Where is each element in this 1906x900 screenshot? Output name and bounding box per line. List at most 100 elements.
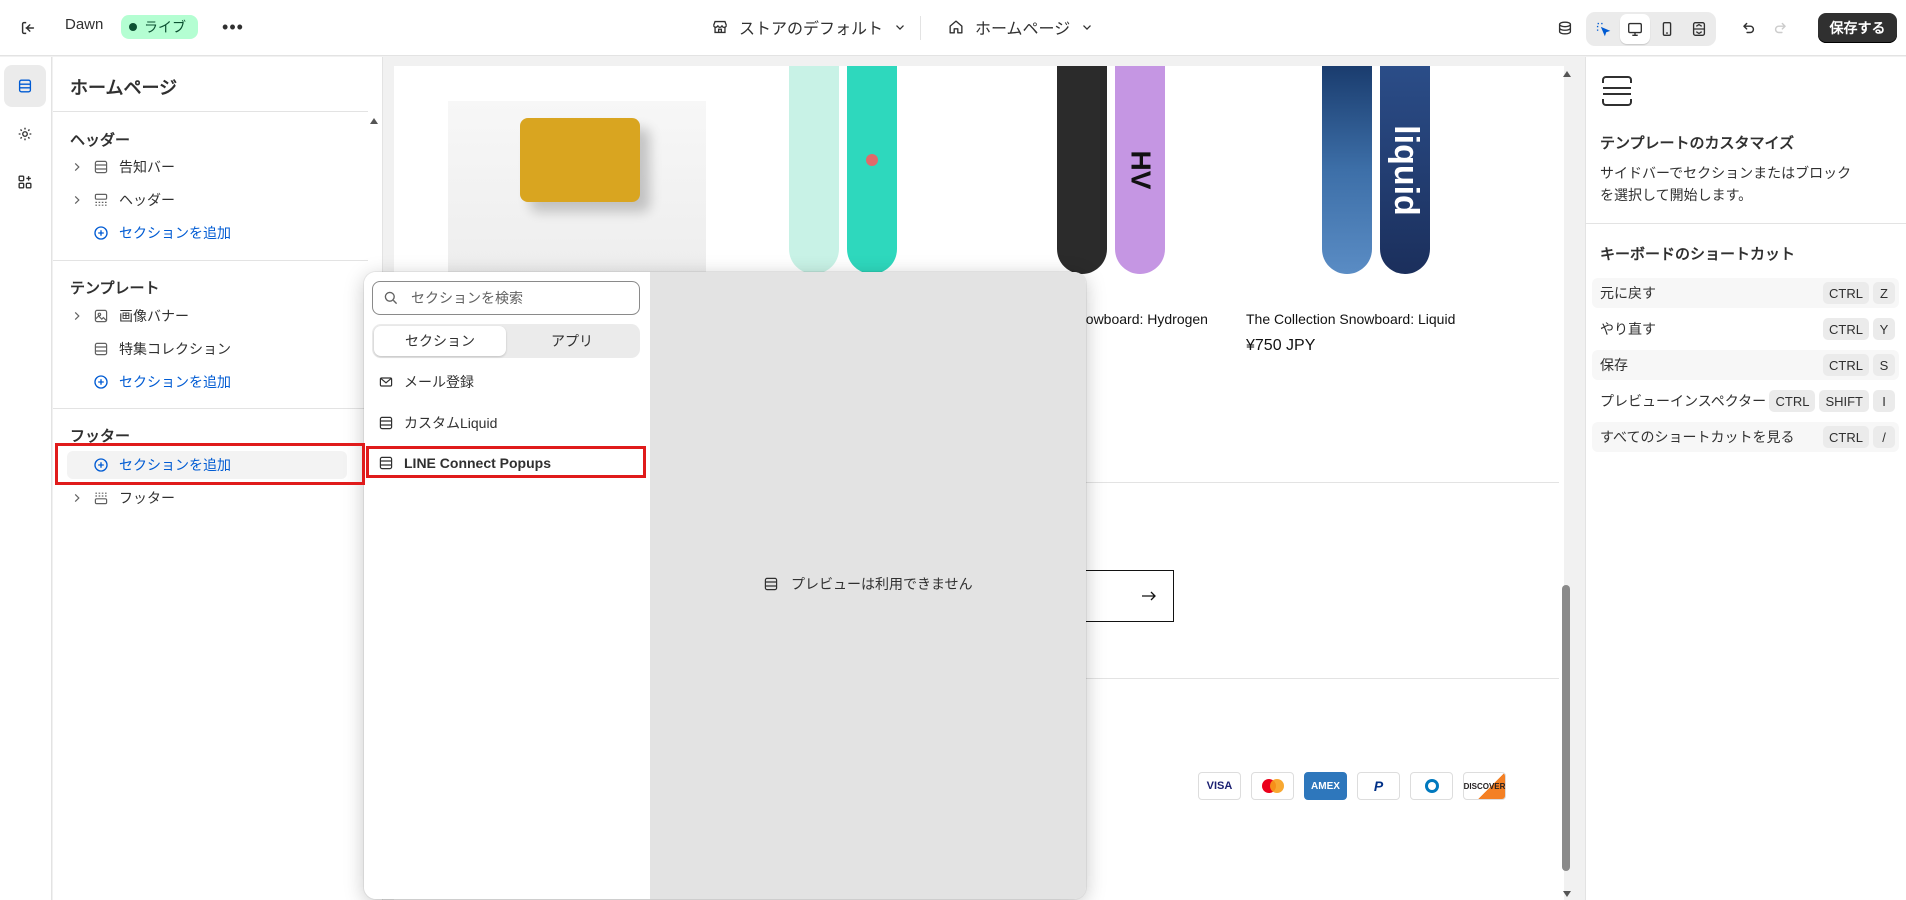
board-dot-icon: [866, 154, 878, 166]
add-section-button-template[interactable]: セクションを追加: [67, 368, 347, 396]
save-button[interactable]: 保存する: [1818, 13, 1897, 43]
page-select[interactable]: ホームページ: [947, 15, 1094, 39]
arrow-right-icon[interactable]: [1141, 590, 1157, 602]
fullwidth-view-icon[interactable]: [1684, 14, 1714, 44]
page-select-label: ホームページ: [975, 21, 1071, 38]
live-status-label: ライブ: [144, 19, 186, 35]
home-icon: [949, 20, 963, 34]
topbar-divider: [920, 16, 921, 40]
section-icon: [764, 577, 778, 591]
keyboard-shortcuts-title: キーボードのショートカット: [1600, 246, 1796, 263]
picker-item-custom-liquid[interactable]: カスタムLiquid: [370, 408, 644, 438]
divider: [53, 408, 368, 409]
redo-icon[interactable]: [1766, 13, 1796, 43]
app-embeds-icon[interactable]: [1550, 13, 1580, 43]
sidebar-item-label: フッター: [119, 490, 175, 506]
apps-icon[interactable]: [4, 161, 46, 203]
chevron-right-icon[interactable]: [67, 492, 87, 504]
exit-icon[interactable]: [14, 14, 42, 42]
view-mode-group: [1586, 12, 1716, 46]
shortcut-label: すべてのショートカットを見る: [1600, 429, 1795, 445]
sidebar-item-image-banner[interactable]: 画像バナー: [67, 302, 347, 330]
live-status-badge: ライブ: [121, 15, 198, 39]
board-graphic-text: HV: [1125, 150, 1156, 190]
chevron-right-icon[interactable]: [67, 194, 87, 206]
key-badge: Z: [1873, 282, 1895, 304]
more-actions-icon[interactable]: •••: [219, 14, 247, 40]
amex-icon: AMEX: [1304, 772, 1347, 800]
panel-title: テンプレートのカスタマイズ: [1600, 135, 1795, 152]
snowboard-image-liquid-2[interactable]: liquid: [1380, 66, 1430, 274]
product-title-liquid[interactable]: The Collection Snowboard: Liquid: [1246, 311, 1455, 327]
scroll-down-arrow-icon[interactable]: [1562, 890, 1572, 898]
section-icon: [89, 341, 113, 357]
picker-item-email-signup[interactable]: メール登録: [370, 367, 644, 397]
key-badge: CTRL: [1823, 354, 1869, 376]
shortcut-label: やり直す: [1600, 321, 1656, 337]
live-dot-icon: [129, 23, 137, 31]
wax-block-icon: [520, 118, 640, 202]
chevron-right-icon[interactable]: [67, 161, 87, 173]
section-search-input[interactable]: セクションを検索: [372, 281, 640, 315]
settings-gear-icon[interactable]: [4, 113, 46, 155]
section-icon: [379, 416, 393, 430]
sections-icon[interactable]: [4, 65, 46, 107]
shortcut-row: すべてのショートカットを見る CTRL /: [1592, 422, 1899, 452]
key-badge: CTRL: [1769, 390, 1816, 412]
shortcut-label: プレビューインスペクター: [1600, 393, 1767, 409]
discover-icon: DISCOVER: [1463, 772, 1506, 800]
sidebar-item-label: 特集コレクション: [119, 341, 231, 357]
inspector-icon[interactable]: [1588, 14, 1618, 44]
template-group-title: テンプレート: [70, 280, 160, 297]
shortcut-row: 元に戻す CTRL Z: [1592, 278, 1899, 308]
tab-apps[interactable]: アプリ: [506, 326, 638, 356]
snowboard-image-teal[interactable]: [847, 66, 897, 274]
payment-icons: VISA AMEX P DISCOVER: [1198, 772, 1506, 800]
add-section-button-header[interactable]: セクションを追加: [67, 219, 347, 247]
desktop-view-icon[interactable]: [1620, 14, 1650, 44]
highlight-add-section-footer: [55, 443, 365, 485]
key-badge: SHIFT: [1819, 390, 1869, 412]
tab-sections[interactable]: セクション: [374, 326, 506, 356]
shortcut-label: 元に戻す: [1600, 285, 1656, 301]
snowboard-image-black[interactable]: [1057, 66, 1107, 274]
chevron-right-icon[interactable]: [67, 310, 87, 322]
key-badge: CTRL: [1823, 426, 1869, 448]
scroll-up-arrow-icon[interactable]: [369, 115, 379, 127]
sidebar-item-header[interactable]: ヘッダー: [67, 186, 347, 214]
top-bar: Dawn ライブ ••• ストアのデフォルト ホームページ 保存する: [0, 0, 1906, 56]
mobile-view-icon[interactable]: [1652, 14, 1682, 44]
scroll-up-arrow-icon[interactable]: [1562, 70, 1572, 78]
right-panel: テンプレートのカスタマイズ サイドバーでセクションまたはブロックを選択して開始し…: [1585, 57, 1906, 900]
add-section-label: セクションを追加: [119, 374, 231, 390]
sidebar-item-announcement-bar[interactable]: 告知バー: [67, 153, 347, 181]
undo-icon[interactable]: [1733, 13, 1763, 43]
preview-unavailable-label: プレビューは利用できません: [791, 576, 973, 592]
chevron-down-icon: [896, 25, 904, 30]
paypal-icon: P: [1357, 772, 1400, 800]
theme-name: Dawn: [65, 16, 104, 33]
search-icon: [384, 291, 398, 305]
shortcut-row: プレビューインスペクター CTRL SHIFT I: [1592, 386, 1899, 416]
snowboard-image-purple[interactable]: HV: [1115, 66, 1165, 274]
sidebar-item-label: 画像バナー: [119, 308, 189, 324]
divider: [53, 111, 368, 112]
snowboard-image-mint[interactable]: [789, 66, 839, 274]
preview-unavailable-message: プレビューは利用できません: [763, 574, 973, 594]
sidebar-item-featured-collection[interactable]: 特集コレクション: [67, 335, 347, 363]
add-section-label: セクションを追加: [119, 225, 231, 241]
key-badge: I: [1873, 390, 1895, 412]
key-badge: CTRL: [1823, 282, 1869, 304]
snowboard-image-liquid-1[interactable]: [1322, 66, 1372, 274]
product-image-wax[interactable]: [448, 101, 706, 301]
store-select[interactable]: ストアのデフォルト: [711, 15, 907, 39]
product-title-hydrogen[interactable]: nowboard: Hydrogen: [1078, 311, 1208, 327]
header-section-icon: [89, 192, 113, 208]
preview-scrollbar-thumb[interactable]: [1562, 585, 1570, 871]
section-icon: [89, 159, 113, 175]
sidebar-item-label: 告知バー: [119, 159, 175, 175]
board-graphic-text: liquid: [1386, 124, 1425, 216]
store-icon: [713, 20, 727, 34]
shortcut-label: 保存: [1600, 357, 1628, 373]
sidebar-item-footer[interactable]: フッター: [67, 484, 347, 512]
